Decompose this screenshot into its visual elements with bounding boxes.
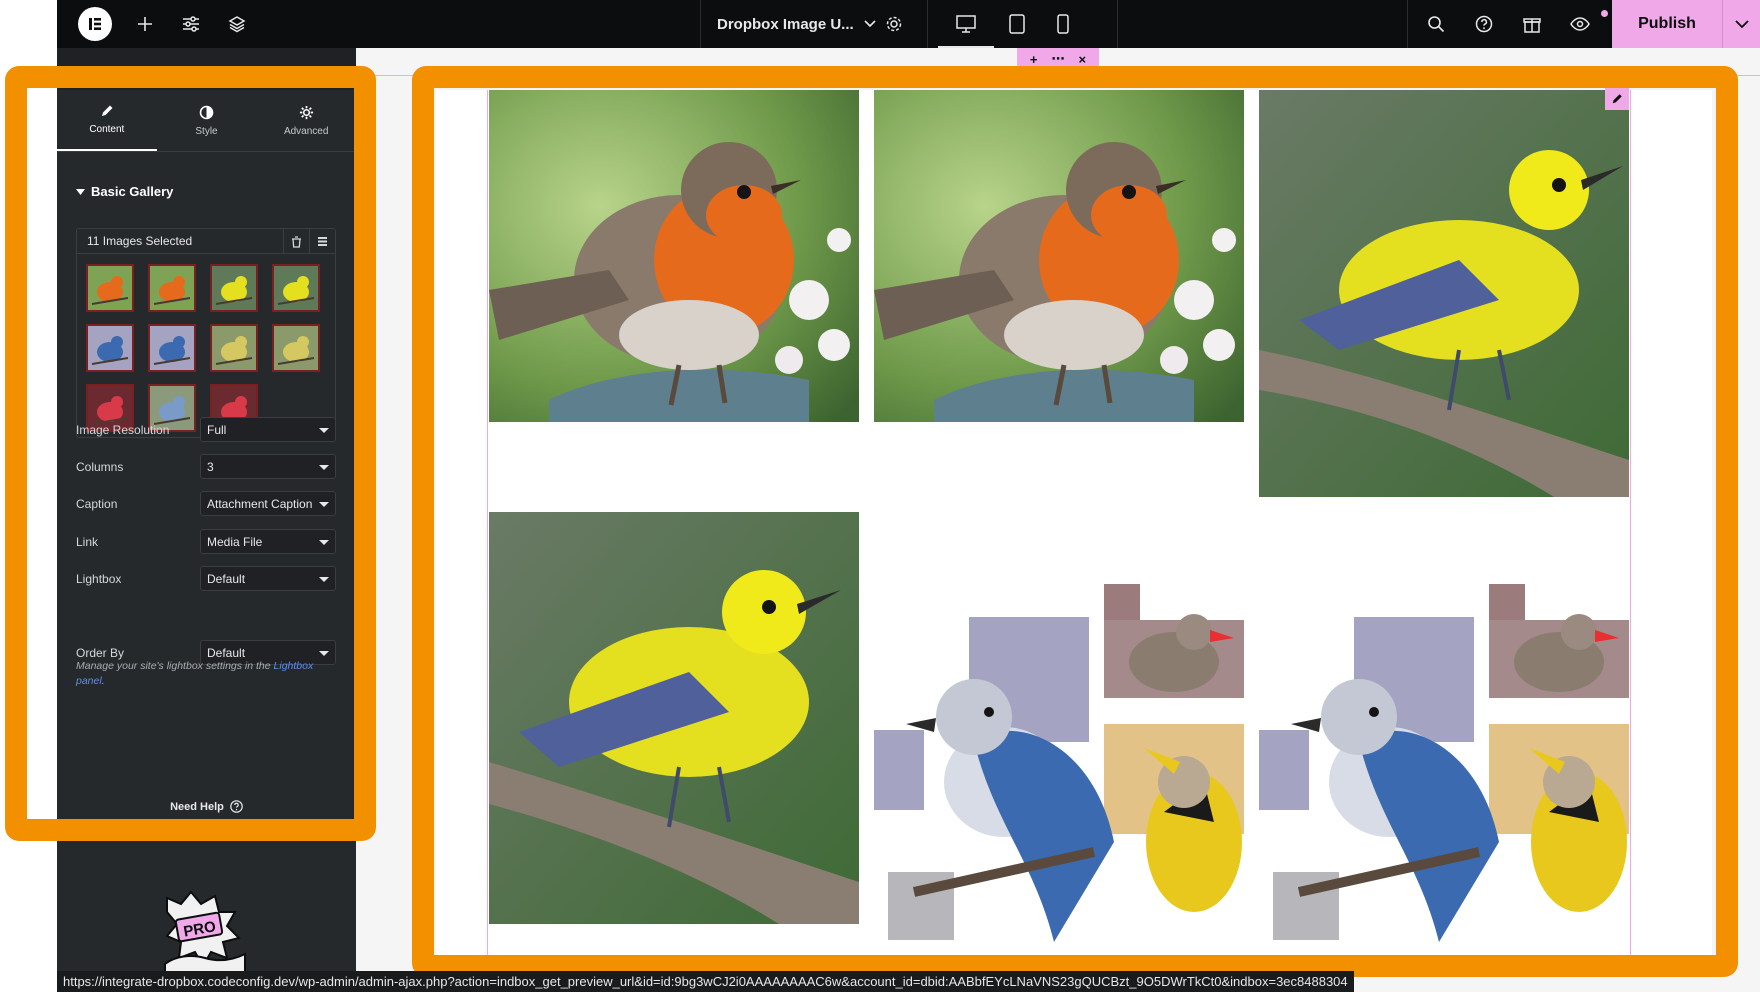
document-title-dropdown[interactable]: Dropbox Image U... xyxy=(717,0,876,48)
notification-dot xyxy=(1601,10,1608,17)
eye-icon xyxy=(1570,17,1590,31)
publish-button[interactable]: Publish xyxy=(1612,0,1722,48)
page-settings-button[interactable] xyxy=(878,0,910,48)
highlight-frame-panel xyxy=(5,66,376,841)
desktop-icon xyxy=(956,15,976,33)
chevron-down-icon xyxy=(864,20,876,28)
divider xyxy=(1117,0,1118,48)
elementor-logo-icon xyxy=(78,7,112,41)
mobile-view-button[interactable] xyxy=(1040,0,1086,48)
desktop-view-button[interactable] xyxy=(938,0,994,48)
delete-section-icon[interactable]: × xyxy=(1079,52,1087,67)
chevron-down-icon xyxy=(1734,19,1749,28)
add-element-button[interactable] xyxy=(129,0,161,48)
add-section-icon[interactable]: + xyxy=(1030,52,1038,67)
gift-icon xyxy=(1523,18,1541,33)
search-icon xyxy=(1428,16,1445,33)
structure-button[interactable] xyxy=(221,0,253,48)
publish-options-button[interactable] xyxy=(1722,0,1760,48)
divider xyxy=(927,0,928,48)
status-bar-url: https://integrate-dropbox.codeconfig.dev… xyxy=(57,971,1354,992)
highlight-frame-gallery xyxy=(412,66,1738,977)
mobile-icon xyxy=(1057,14,1069,34)
sliders-icon xyxy=(183,16,199,32)
add-icon xyxy=(138,17,152,31)
top-bar: Dropbox Image U... Publish xyxy=(57,0,1760,48)
document-title: Dropbox Image U... xyxy=(717,15,854,33)
help-icon xyxy=(1475,15,1493,33)
tablet-view-button[interactable] xyxy=(994,0,1040,48)
divider xyxy=(1407,0,1408,48)
whats-new-button[interactable] xyxy=(1515,0,1549,48)
gear-icon xyxy=(886,16,902,32)
pro-promo-illustration: PRO xyxy=(155,888,255,977)
site-settings-button[interactable] xyxy=(175,0,207,48)
help-button[interactable] xyxy=(1467,0,1501,48)
move-section-icon[interactable]: ⋯ xyxy=(1052,51,1065,67)
divider xyxy=(700,0,701,48)
finder-button[interactable] xyxy=(1419,0,1453,48)
tablet-icon xyxy=(1009,14,1025,34)
elementor-menu-button[interactable] xyxy=(76,0,114,48)
layers-icon xyxy=(228,16,246,33)
preview-button[interactable] xyxy=(1563,0,1597,48)
